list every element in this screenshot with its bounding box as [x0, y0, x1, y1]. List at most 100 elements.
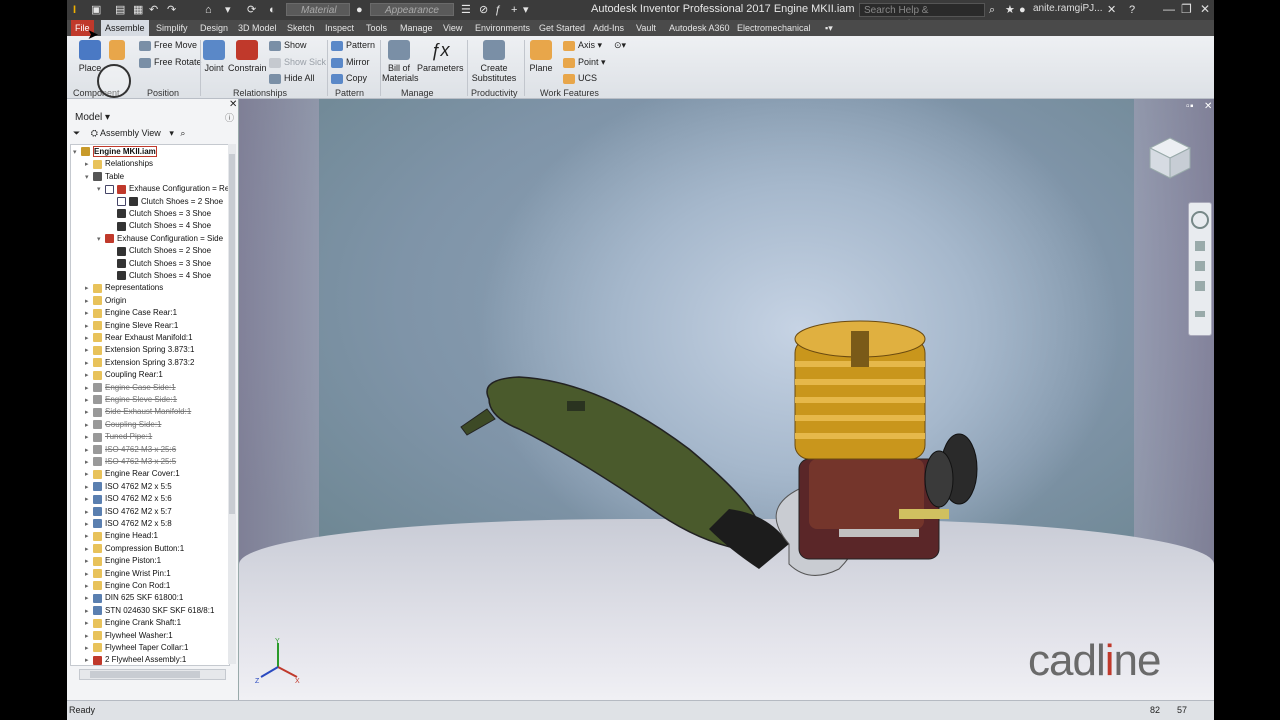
axis-button[interactable]: Axis ▾: [563, 40, 602, 51]
select-icon[interactable]: ▾: [225, 3, 231, 17]
tree-node[interactable]: ▸ Rear Exhaust Manifold:1: [85, 332, 193, 344]
tree-node[interactable]: Clutch Shoes = 2 Shoe: [109, 196, 223, 208]
tree-node[interactable]: ▸ ISO 4762 M2 x 5:5: [85, 481, 172, 493]
tree-node[interactable]: ▸ STN 024630 SKF SKF 618/8:1: [85, 605, 214, 617]
tree-node[interactable]: ▸ Tuned Pipe:1: [85, 431, 152, 443]
tree-node[interactable]: ▸ Engine Head:1: [85, 530, 158, 542]
expand-icon[interactable]: ▸: [85, 618, 93, 630]
tree-node[interactable]: ▸ 2 Flywheel Assembly:1: [85, 654, 186, 665]
panel-label-pattern[interactable]: Pattern: [335, 88, 364, 98]
restore-button[interactable]: ❐: [1181, 2, 1192, 16]
checkbox-icon[interactable]: [117, 196, 126, 206]
exchange-icon[interactable]: ✕: [1107, 3, 1116, 17]
tree-node[interactable]: ▸ Engine Piston:1: [85, 555, 161, 567]
viewport-maximize-icon[interactable]: ▪: [1190, 101, 1194, 112]
close-button[interactable]: ✕: [1200, 2, 1210, 16]
expand-icon[interactable]: ▸: [85, 283, 93, 295]
tree-node[interactable]: ▸ Engine Con Rod:1: [85, 580, 170, 592]
expand-icon[interactable]: ▸: [85, 531, 93, 543]
expand-icon[interactable]: ▸: [85, 569, 93, 581]
tab-3d-model[interactable]: 3D Model: [234, 20, 281, 36]
expand-icon[interactable]: ▸: [85, 457, 93, 469]
joint-button[interactable]: Joint: [203, 40, 225, 73]
show-button[interactable]: Show: [269, 40, 307, 51]
tab-design[interactable]: Design: [196, 20, 232, 36]
place-button[interactable]: Place: [75, 40, 105, 73]
create-substitutes-button[interactable]: Create Substitutes: [469, 40, 519, 83]
tree-node[interactable]: ▸ Coupling Rear:1: [85, 369, 163, 381]
tree-node[interactable]: ▸ Engine Sleve Rear:1: [85, 320, 178, 332]
undo-icon[interactable]: ↶: [149, 3, 158, 17]
expand-icon[interactable]: ▸: [85, 296, 93, 308]
point-button[interactable]: Point ▾: [563, 57, 606, 68]
panel-label-relationships[interactable]: Relationships: [233, 88, 287, 98]
tree-node[interactable]: ▸ ISO 4762 M2 x 5:6: [85, 493, 172, 505]
view-dropdown-icon[interactable]: ▾: [169, 128, 174, 138]
expand-icon[interactable]: ▸: [85, 308, 93, 320]
engine-model[interactable]: [459, 309, 979, 589]
tree-node[interactable]: ▾ Table: [85, 171, 124, 183]
appearance-combo[interactable]: Appearance: [370, 3, 454, 16]
tree-node[interactable]: ▸ Flywheel Taper Collar:1: [85, 642, 188, 654]
tree-node[interactable]: ▸ Engine Wrist Pin:1: [85, 568, 171, 580]
expand-icon[interactable]: ▸: [85, 345, 93, 357]
binoculars-icon[interactable]: ⌕: [989, 3, 995, 17]
panel-label-manage[interactable]: Manage: [401, 88, 434, 98]
star-icon[interactable]: ★: [1005, 3, 1015, 17]
collapse-icon[interactable]: ▾: [97, 234, 105, 246]
tree-node[interactable]: ▸ Compression Button:1: [85, 543, 184, 555]
collapse-icon[interactable]: ▾: [85, 172, 93, 184]
material-combo[interactable]: Material: [286, 3, 350, 16]
orbit-icon[interactable]: [1195, 281, 1205, 291]
tab-sketch[interactable]: Sketch: [283, 20, 319, 36]
filter-icon[interactable]: ⏷: [73, 128, 80, 138]
expand-icon[interactable]: ▸: [85, 445, 93, 457]
graphics-viewport[interactable]: ▫ ▪ ✕ Y X Z: [239, 99, 1214, 700]
assembly-view-selector[interactable]: Assembly View: [100, 128, 161, 138]
tree-node[interactable]: ▸ ISO 4762 M2 x 5:8: [85, 518, 172, 530]
expand-icon[interactable]: ▸: [85, 407, 93, 419]
tree-node[interactable]: ▸ Side Exhaust Manifold:1: [85, 406, 191, 418]
tree-node[interactable]: ▸ Representations: [85, 282, 163, 294]
tab-manage[interactable]: Manage: [396, 20, 437, 36]
redo-icon[interactable]: ↷: [167, 3, 176, 17]
expand-icon[interactable]: ▸: [85, 606, 93, 618]
parameters-button[interactable]: ƒx Parameters: [417, 40, 464, 73]
customize-icon[interactable]: ▾: [523, 3, 529, 17]
tab-view[interactable]: View: [439, 20, 466, 36]
tree-node[interactable]: ▸ Flywheel Washer:1: [85, 630, 173, 642]
expand-icon[interactable]: ▸: [85, 469, 93, 481]
tree-node[interactable]: ▸ Extension Spring 3.873:1: [85, 344, 194, 356]
hide-all-button[interactable]: Hide All: [269, 73, 315, 84]
panel-label-position[interactable]: Position: [147, 88, 179, 98]
checkbox-icon[interactable]: [105, 184, 114, 194]
expand-icon[interactable]: ▸: [85, 482, 93, 494]
viewport-restore-icon[interactable]: ▫: [1186, 101, 1190, 112]
tree-node[interactable]: ▸ Extension Spring 3.873:2: [85, 357, 194, 369]
app-logo-icon[interactable]: I: [73, 3, 76, 17]
browser-title[interactable]: Model ▾: [75, 112, 110, 123]
tab-vault[interactable]: Vault: [632, 20, 660, 36]
expand-icon[interactable]: ▸: [85, 383, 93, 395]
tree-node[interactable]: ▸ ISO 4762 M2 x 5:7: [85, 506, 172, 518]
expand-icon[interactable]: ▸: [85, 321, 93, 333]
update-icon[interactable]: ⟳: [247, 3, 256, 17]
expand-icon[interactable]: ▸: [85, 432, 93, 444]
tree-node[interactable]: ▸ ISO 4762 M3 x 25:5: [85, 456, 176, 468]
find-icon[interactable]: ⌕: [180, 128, 185, 138]
collapse-icon[interactable]: ▾: [97, 184, 105, 196]
clear-icon[interactable]: ⊘: [479, 3, 488, 17]
tree-node[interactable]: ▸ Coupling Side:1: [85, 419, 161, 431]
expand-icon[interactable]: ▸: [85, 507, 93, 519]
collapse-icon[interactable]: ▾: [73, 147, 81, 159]
tab-electromechanical[interactable]: Electromechanical: [733, 20, 815, 36]
expand-icon[interactable]: ▸: [85, 643, 93, 655]
user-name[interactable]: anite.ramgiPJ...: [1033, 3, 1102, 14]
help-icon[interactable]: ?: [1129, 3, 1135, 17]
tab-assemble[interactable]: Assemble: [101, 20, 149, 36]
open-file-icon[interactable]: ▤: [115, 3, 125, 17]
tree-node[interactable]: ▸ Engine Crank Shaft:1: [85, 617, 181, 629]
mirror-button[interactable]: Mirror: [331, 57, 370, 68]
look-at-icon[interactable]: [1195, 311, 1205, 317]
tree-node[interactable]: ▸ Relationships: [85, 158, 153, 170]
